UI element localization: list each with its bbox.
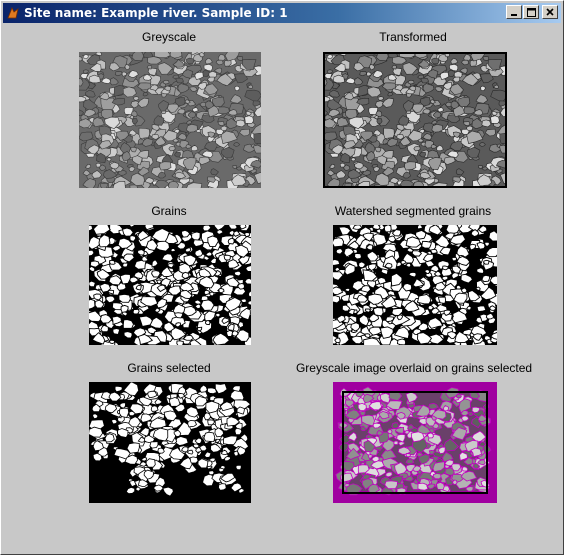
maximize-button[interactable] bbox=[523, 5, 539, 19]
transformed-image bbox=[323, 52, 507, 188]
panel-title-greyscale: Greyscale bbox=[141, 30, 197, 44]
window-title: Site name: Example river. Sample ID: 1 bbox=[24, 6, 288, 20]
greyscale-image bbox=[79, 52, 261, 188]
minimize-button[interactable] bbox=[506, 5, 522, 19]
title-bar[interactable]: Site name: Example river. Sample ID: 1 bbox=[3, 3, 561, 23]
close-icon bbox=[546, 8, 554, 16]
grains-image bbox=[89, 225, 251, 345]
grains-selected-image bbox=[89, 382, 251, 503]
panel-title-overlay: Greyscale image overlaid on grains selec… bbox=[295, 361, 533, 375]
minimize-icon bbox=[511, 14, 517, 16]
panel-title-grains: Grains bbox=[151, 204, 187, 218]
panel-title-grains-selected: Grains selected bbox=[127, 361, 211, 375]
close-button[interactable] bbox=[542, 5, 558, 19]
watershed-image bbox=[333, 225, 497, 345]
figure-window: Site name: Example river. Sample ID: 1 G… bbox=[0, 0, 564, 555]
overlay-image bbox=[333, 382, 497, 503]
panel-title-transformed: Transformed bbox=[379, 30, 447, 44]
maximize-icon bbox=[526, 7, 536, 17]
panel-title-watershed: Watershed segmented grains bbox=[334, 204, 492, 218]
matlab-app-icon[interactable] bbox=[5, 5, 21, 21]
